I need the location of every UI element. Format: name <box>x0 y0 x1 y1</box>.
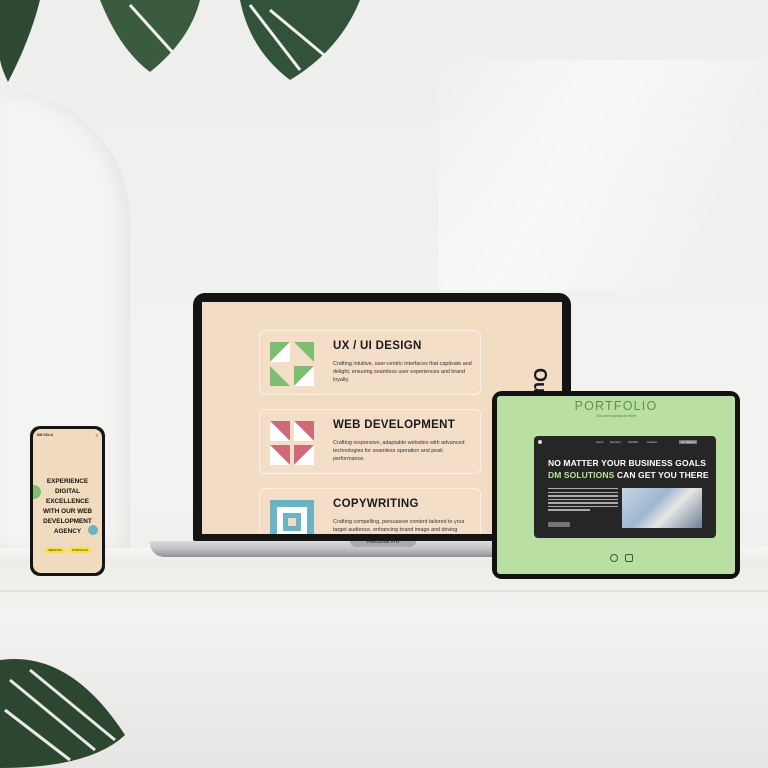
headline-highlight: DM SOLUTIONS <box>548 470 615 480</box>
green-triangles-icon <box>270 342 314 386</box>
headline-rest: CAN GET YOU THERE <box>614 470 709 480</box>
menu-icon[interactable]: ≡ <box>96 433 98 438</box>
window-light <box>438 60 768 290</box>
team-photo <box>622 488 702 528</box>
service-title: COPYWRITING <box>333 498 419 510</box>
pink-triangles-icon <box>270 421 314 465</box>
nav-item[interactable]: Home <box>596 440 603 444</box>
phone-screen: DM SOLU ≡ EXPERIENCE DIGITAL EXCELLENCE … <box>33 429 102 573</box>
service-desc: Crafting intuitive, user-centric interfa… <box>333 361 472 383</box>
preview-headline-1: NO MATTER YOUR BUSINESS GOALS <box>548 458 706 468</box>
instagram-icon[interactable] <box>610 554 618 562</box>
portfolio-button[interactable]: PORTFOLIO <box>69 547 91 553</box>
blue-squares-icon <box>270 500 314 534</box>
preview-nav: Home Services Portfolio Contact Get Star… <box>534 440 716 447</box>
tablet-screen: PORTFOLIO Our work speaks for itself Hom… <box>497 396 735 574</box>
logo-icon <box>538 440 542 444</box>
portfolio-subtitle: Our work speaks for itself <box>596 414 636 418</box>
tablet-device: PORTFOLIO Our work speaks for itself Hom… <box>492 391 740 579</box>
service-card-web[interactable]: WEB DEVELOPMENT Crafting responsive, ada… <box>259 409 481 474</box>
preview-body-text <box>548 488 618 518</box>
website-preview-card[interactable]: Home Services Portfolio Contact Get Star… <box>534 436 716 538</box>
preview-cta-button[interactable] <box>548 522 570 527</box>
service-card-copy[interactable]: COPYWRITING Crafting compelling, persuas… <box>259 488 481 534</box>
service-title: WEB DEVELOPMENT <box>333 419 456 431</box>
phone-device: DM SOLU ≡ EXPERIENCE DIGITAL EXCELLENCE … <box>30 426 105 576</box>
preview-headline-2: DM SOLUTIONS CAN GET YOU THERE <box>548 470 709 480</box>
nav-item[interactable]: Contact <box>647 440 657 444</box>
phone-headline: EXPERIENCE DIGITAL EXCELLENCE WITH OUR W… <box>43 478 92 535</box>
nav-item[interactable]: Portfolio <box>628 440 638 444</box>
phone-brand: DM SOLU <box>37 433 54 437</box>
service-desc: Crafting compelling, persuasive content … <box>333 519 465 533</box>
nav-item[interactable]: Services <box>610 440 621 444</box>
monstera-leaves-top <box>0 0 360 82</box>
portfolio-title: PORTFOLIO <box>574 399 658 413</box>
service-desc: Crafting responsive, adaptable websites … <box>333 440 465 462</box>
vertical-heading: Ou <box>530 368 550 393</box>
service-title: UX / UI DESIGN <box>333 340 422 352</box>
counter-edge <box>0 590 768 592</box>
service-card-ux[interactable]: UX / UI DESIGN Crafting intuitive, user-… <box>259 330 481 395</box>
monstera-leaf-bottom <box>0 658 125 768</box>
linkedin-icon[interactable] <box>625 554 633 562</box>
laptop-brand-label: MacBook Pro <box>366 539 400 545</box>
get-started-button[interactable]: Get Started <box>679 440 698 444</box>
services-button[interactable]: SERVICES <box>45 547 65 553</box>
